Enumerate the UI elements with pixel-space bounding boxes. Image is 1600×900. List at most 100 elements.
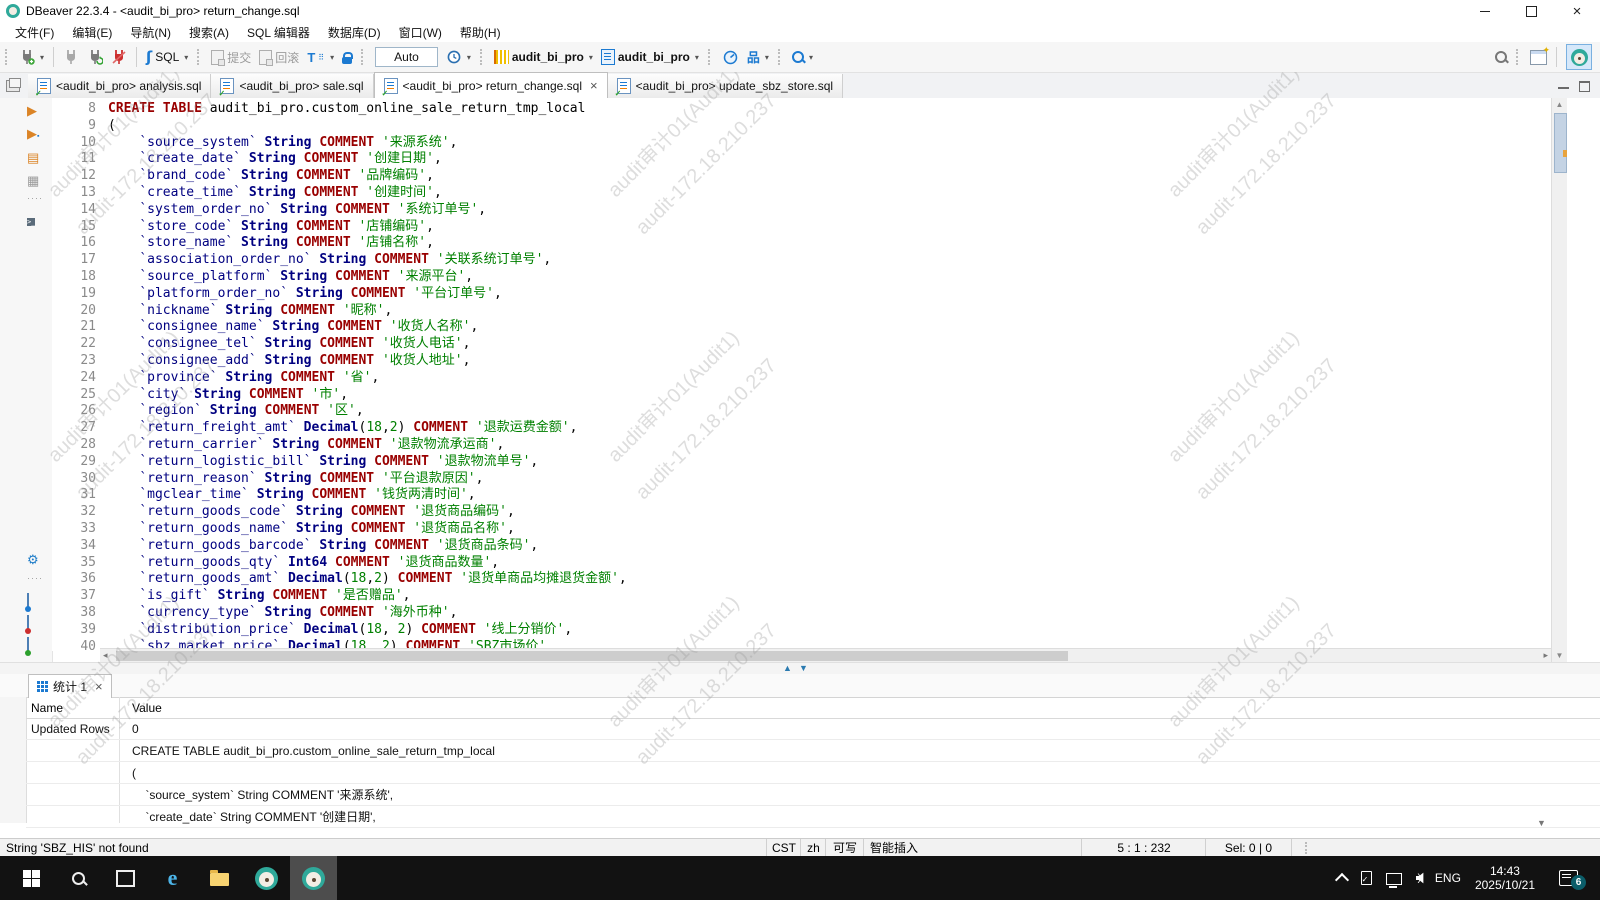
notification-center-button[interactable]: 6: [1559, 870, 1578, 886]
disconnect-button[interactable]: [107, 47, 131, 67]
line-number: 11: [52, 151, 108, 168]
explain-plan-icon[interactable]: ▦: [27, 174, 39, 187]
editor-tab-3[interactable]: <audit_bi_pro> return_change.sql×: [374, 72, 608, 98]
column-header-value[interactable]: Value: [124, 701, 162, 715]
editor-tab-bar: <audit_bi_pro> analysis.sql<audit_bi_pro…: [0, 73, 1600, 98]
cell-value: CREATE TABLE audit_bi_pro.custom_online_…: [124, 744, 495, 758]
rollback-button[interactable]: 回滚: [255, 47, 303, 68]
commit-mode-selector[interactable]: Auto: [375, 47, 438, 67]
menu-item-2[interactable]: 编辑(E): [63, 22, 121, 43]
usb-device-icon[interactable]: [1361, 871, 1372, 885]
table-row[interactable]: CREATE TABLE audit_bi_pro.custom_online_…: [26, 740, 1600, 762]
scroll-up-icon[interactable]: ▲: [1552, 100, 1567, 109]
start-button[interactable]: [8, 856, 55, 900]
dbeaver-taskbar-button[interactable]: [243, 856, 290, 900]
execute-script-icon[interactable]: ▤: [27, 151, 39, 164]
caret-position-indicator[interactable]: 5 : 1 : 232: [1081, 839, 1206, 857]
table-row[interactable]: (: [26, 762, 1600, 784]
editor-tab-4[interactable]: <audit_bi_pro> update_sbz_store.sql: [608, 74, 843, 98]
line-number: 12: [52, 168, 108, 185]
close-button[interactable]: ×: [1554, 0, 1600, 22]
task-view-button[interactable]: [102, 856, 149, 900]
editor-tab-1[interactable]: <audit_bi_pro> analysis.sql: [28, 74, 211, 98]
dashboard-button[interactable]: [718, 47, 743, 67]
editor-horizontal-scrollbar[interactable]: ◂ ▸: [100, 648, 1551, 663]
separator-dots: ····: [27, 194, 43, 203]
menu-item-7[interactable]: 窗口(W): [390, 22, 451, 43]
selection-indicator[interactable]: Sel: 0 | 0: [1205, 839, 1292, 857]
commit-button[interactable]: 提交: [207, 47, 255, 68]
transaction-log-button[interactable]: ▾: [442, 47, 475, 67]
menu-item-4[interactable]: 搜索(A): [180, 22, 238, 43]
load-file-icon[interactable]: [27, 595, 29, 608]
close-icon[interactable]: ×: [95, 680, 103, 693]
menu-item-8[interactable]: 帮助(H): [451, 22, 510, 43]
line-number: 10: [52, 135, 108, 152]
close-icon[interactable]: ×: [590, 79, 598, 92]
open-console-icon[interactable]: >_: [27, 213, 35, 228]
writable-indicator[interactable]: 可写: [825, 839, 864, 857]
table-row[interactable]: Updated Rows0: [26, 718, 1600, 740]
input-language-indicator[interactable]: ENG: [1435, 871, 1461, 885]
database-selector[interactable]: audit_bi_pro ▾: [490, 48, 597, 66]
tab-label: <audit_bi_pro> update_sbz_store.sql: [636, 79, 833, 93]
sql-file-icon: [384, 78, 398, 94]
tab-statistics[interactable]: 统计 1 ×: [28, 674, 112, 698]
toolbar-grip: [1516, 49, 1521, 65]
network-icon[interactable]: [1386, 873, 1402, 885]
file-explorer-button[interactable]: [196, 856, 243, 900]
collapse-down-icon[interactable]: ▼: [799, 664, 808, 673]
column-header-name[interactable]: Name: [26, 701, 124, 715]
scroll-down-icon[interactable]: ▼: [1552, 651, 1567, 660]
menu-item-5[interactable]: SQL 编辑器: [238, 22, 319, 43]
er-diagram-button[interactable]: 品 ▾: [743, 49, 773, 66]
execute-in-new-tab-icon[interactable]: ▶▪: [27, 127, 39, 140]
internet-explorer-button[interactable]: e: [149, 856, 196, 900]
taskbar-search-button[interactable]: [55, 856, 102, 900]
editor-vertical-scrollbar[interactable]: ▲ ▼: [1551, 98, 1567, 662]
quick-search-button[interactable]: [1491, 49, 1511, 65]
tray-expand-icon[interactable]: [1335, 873, 1349, 887]
editor-tab-2[interactable]: <audit_bi_pro> sale.sql: [211, 74, 373, 98]
execute-statement-icon[interactable]: ▶: [27, 104, 37, 117]
panel-scroll-down-icon[interactable]: ▼: [1537, 818, 1546, 828]
table-row[interactable]: `source_system` String COMMENT '来源系统',: [26, 784, 1600, 806]
restore-panel-icon[interactable]: [6, 80, 20, 92]
menu-item-1[interactable]: 文件(F): [6, 22, 63, 43]
search-button[interactable]: ▾: [788, 49, 817, 65]
export-file-icon[interactable]: [27, 639, 29, 652]
volume-button[interactable]: ): [1416, 872, 1421, 884]
transaction-mode-button[interactable]: T⠿ ▾: [303, 48, 338, 67]
taskbar-clock[interactable]: 14:43 2025/10/21: [1475, 864, 1535, 892]
language-indicator[interactable]: zh: [800, 839, 826, 857]
sql-editor[interactable]: 8CREATE TABLE audit_bi_pro.custom_online…: [52, 98, 1551, 651]
minimize-button[interactable]: [1462, 0, 1508, 22]
gauge-icon: [722, 49, 739, 65]
dbeaver-taskbar-button-active[interactable]: [290, 856, 337, 900]
menu-item-6[interactable]: 数据库(D): [319, 22, 390, 43]
dbeaver-perspective-button[interactable]: [1566, 44, 1592, 70]
settings-gear-icon[interactable]: ⚙: [27, 553, 39, 566]
menu-item-3[interactable]: 导航(N): [121, 22, 180, 43]
scroll-left-icon[interactable]: ◂: [103, 650, 108, 661]
maximize-editor-icon[interactable]: [1579, 81, 1590, 92]
transaction-lock-button[interactable]: [338, 49, 356, 66]
save-file-icon[interactable]: [27, 617, 29, 630]
scrollbar-thumb[interactable]: [116, 651, 1068, 661]
reconnect-button[interactable]: [83, 47, 107, 67]
dbeaver-app-icon: [6, 4, 20, 18]
open-perspective-button[interactable]: [1526, 48, 1551, 67]
sql-editor-button[interactable]: ʃ SQL ▾: [142, 46, 192, 68]
maximize-button[interactable]: [1508, 0, 1554, 22]
connect-button[interactable]: ▾: [15, 47, 48, 67]
insert-mode-indicator[interactable]: 智能插入: [863, 839, 1088, 857]
timezone-indicator[interactable]: CST: [766, 839, 801, 857]
schema-selector[interactable]: audit_bi_pro ▾: [597, 47, 703, 67]
editor-side-toolbar: ▶ ▶▪ ▤ ▦ ···· >_ ⚙ ····: [0, 98, 53, 662]
minimize-editor-icon[interactable]: [1558, 84, 1569, 89]
scroll-right-icon[interactable]: ▸: [1543, 650, 1548, 661]
table-row[interactable]: `create_date` String COMMENT '创建日期',: [26, 806, 1600, 828]
disconnect-gray-button[interactable]: [59, 47, 83, 67]
scrollbar-thumb[interactable]: [1554, 113, 1567, 173]
collapse-up-icon[interactable]: ▲: [783, 664, 792, 673]
